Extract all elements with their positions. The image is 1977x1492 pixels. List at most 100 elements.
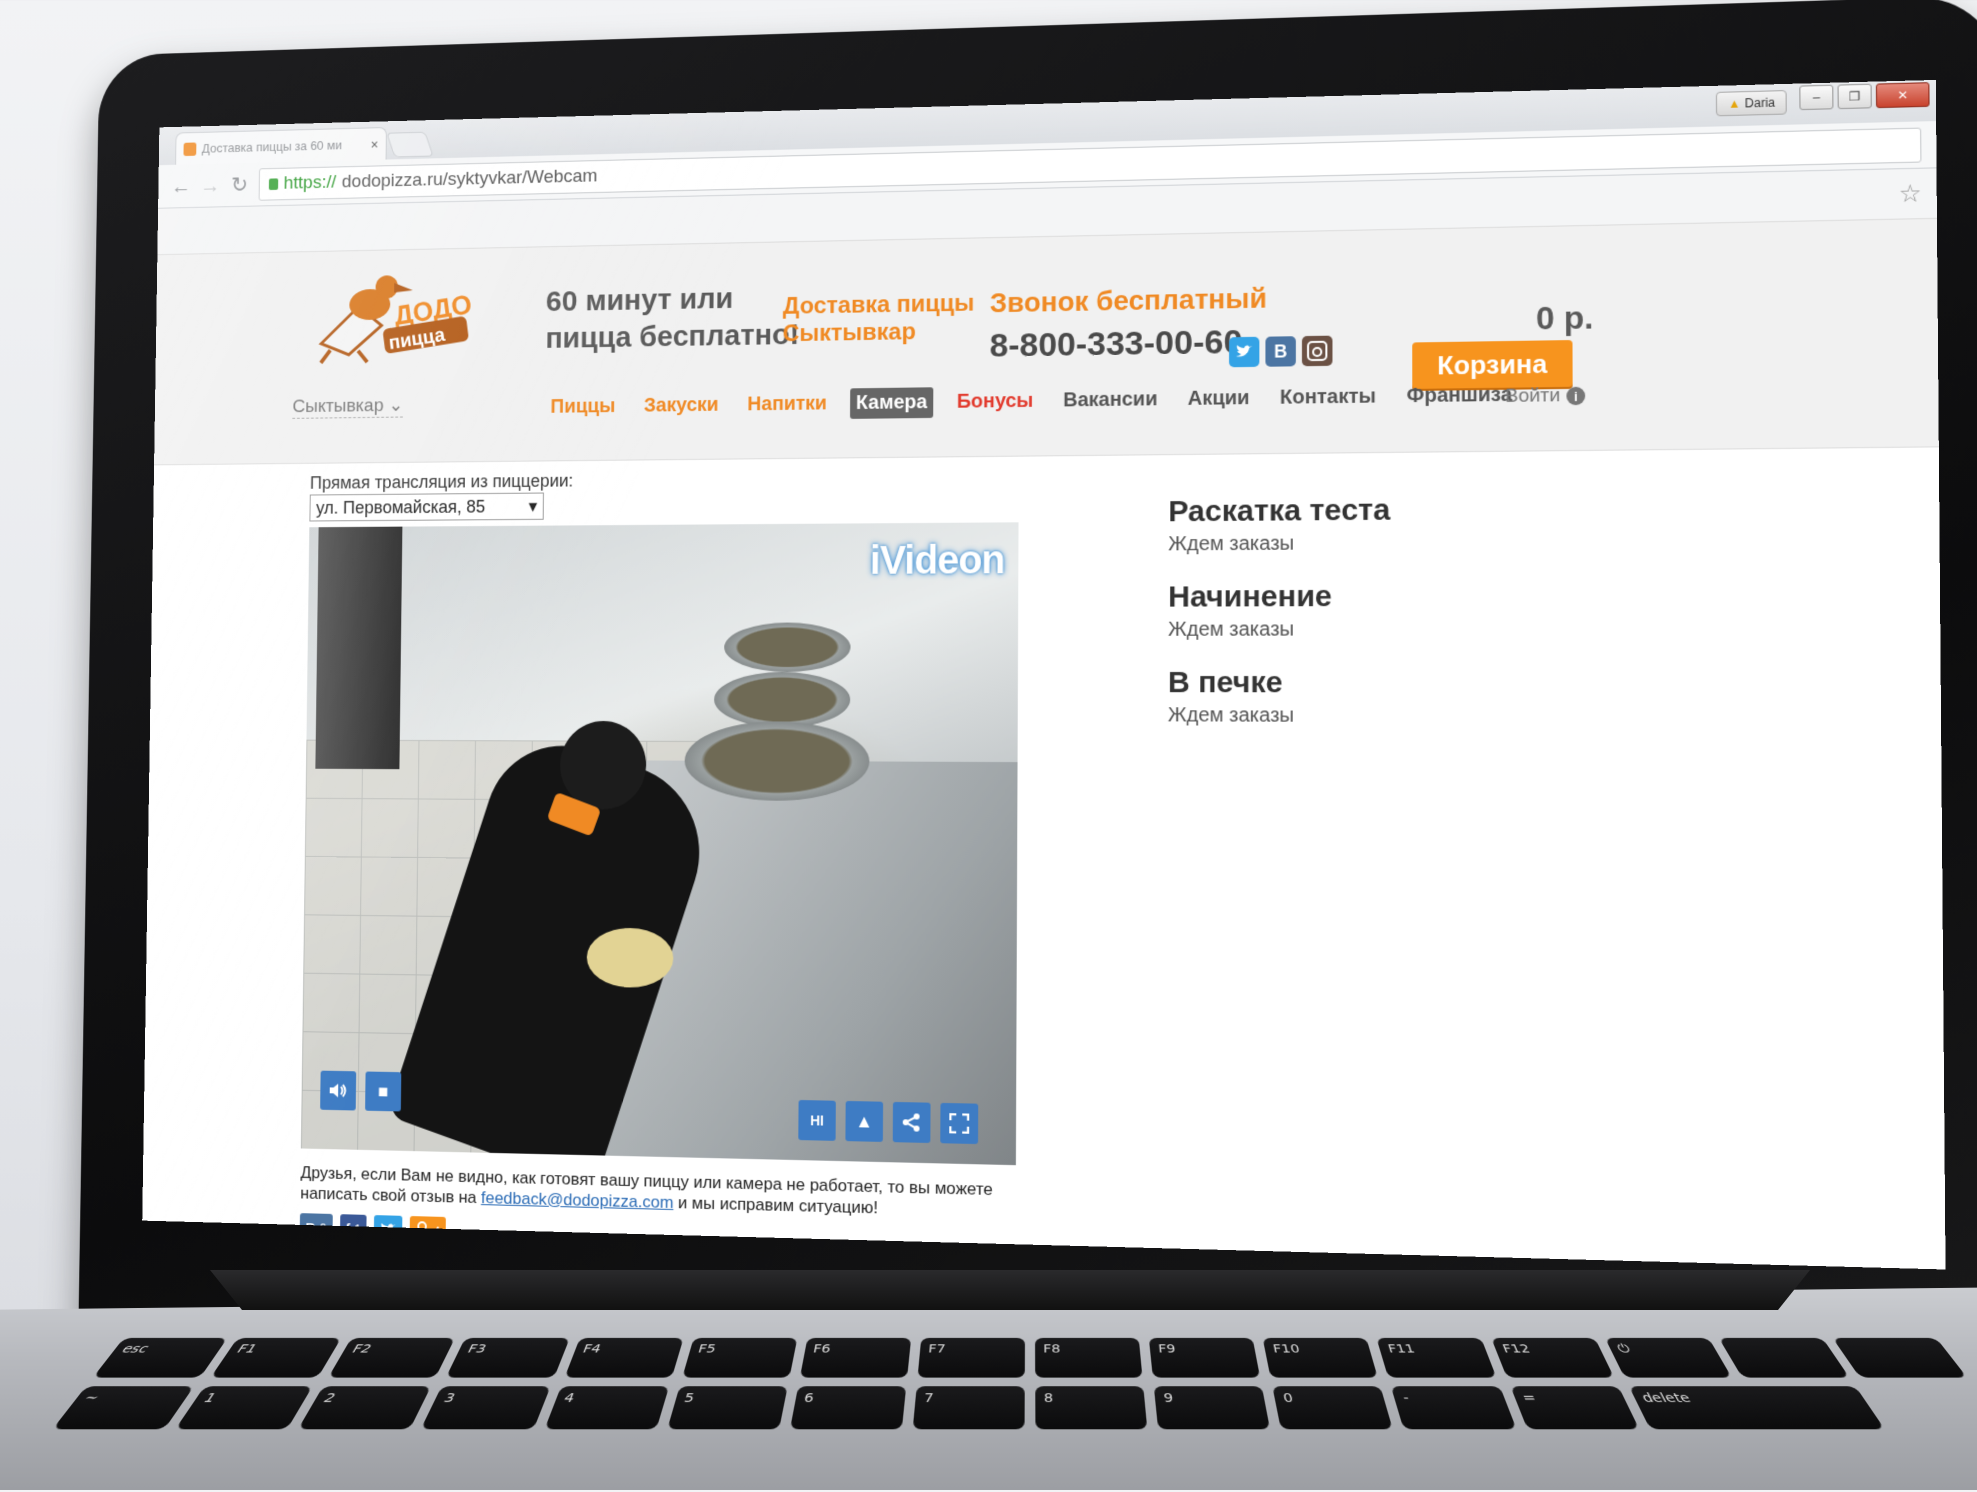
- nav-item-drinks[interactable]: Напитки: [742, 389, 833, 421]
- queue-stage-status: Ждем заказы: [1168, 532, 1295, 556]
- webcam-page: Прямая трансляция из пиццерии: ул. Перво…: [144, 447, 1945, 1247]
- nav-item-vacancies[interactable]: Вакансии: [1057, 384, 1163, 416]
- hi-label: HI: [810, 1112, 824, 1129]
- profile-button[interactable]: ▲ Daria: [1716, 90, 1787, 117]
- queue-stage-title: Начинение: [1168, 579, 1332, 614]
- key: F5: [681, 1337, 798, 1378]
- pizzeria-select-value: ул. Первомайская, 85: [315, 496, 486, 518]
- nav-item-snacks[interactable]: Закуски: [638, 390, 724, 421]
- instagram-icon[interactable]: [1301, 335, 1333, 367]
- key: 3: [421, 1386, 551, 1430]
- fullscreen-button[interactable]: [940, 1102, 979, 1145]
- vk-icon[interactable]: В: [1265, 336, 1296, 367]
- nav-item-bonuses[interactable]: Бонусы: [951, 386, 1040, 418]
- queue-stage-title: В печке: [1167, 665, 1283, 700]
- queue-stage: Раскатка теста Ждем заказы: [1168, 493, 1390, 556]
- queue-stage-status: Ждем заказы: [1167, 704, 1295, 727]
- feedback-text-after: и мы исправим ситуацию!: [673, 1193, 878, 1218]
- dropdown-arrow-icon: ▾: [528, 495, 538, 516]
- reload-icon[interactable]: ↻: [229, 172, 250, 197]
- slogan: 60 минут или пицца бесплатно!: [545, 279, 799, 357]
- browser-tab[interactable]: Доставка пиццы за 60 ми ×: [175, 127, 387, 165]
- bookmark-star-icon[interactable]: ☆: [1899, 179, 1922, 209]
- dodo-favicon-icon: [183, 141, 197, 156]
- main-nav: Пиццы Закуски Напитки Камера Бонусы Вака…: [545, 379, 1519, 422]
- key: 5: [666, 1386, 788, 1430]
- key: ~: [52, 1386, 195, 1430]
- share-icon: [902, 1112, 922, 1133]
- forward-arrow-icon[interactable]: →: [200, 173, 220, 198]
- key: F3: [446, 1337, 570, 1378]
- key: ⏻: [1604, 1337, 1732, 1378]
- site-header: ДОДО пицца 60 минут или пицца бесплатно!…: [154, 218, 1939, 466]
- stop-button[interactable]: ■: [365, 1071, 402, 1112]
- warning-icon: ▲: [1727, 96, 1741, 111]
- queue-stage-status: Ждем заказы: [1168, 618, 1295, 641]
- nav-item-contacts[interactable]: Контакты: [1274, 381, 1382, 414]
- new-tab-button[interactable]: [386, 131, 434, 158]
- video-fridge: [315, 526, 403, 770]
- volume-button[interactable]: [320, 1070, 357, 1111]
- fullscreen-icon: [949, 1113, 969, 1134]
- key: F10: [1262, 1337, 1379, 1378]
- phone-number[interactable]: 8-800-333-00-60: [990, 323, 1243, 366]
- info-icon: i: [1566, 386, 1586, 406]
- key: delete: [1628, 1386, 1885, 1430]
- nav-item-franchise[interactable]: Франшиза: [1401, 379, 1519, 412]
- nav-item-promotions[interactable]: Акции: [1182, 383, 1256, 415]
- key: 8: [1035, 1386, 1148, 1430]
- window-controls: – ❐ ✕: [1799, 82, 1930, 111]
- delivery-line: Доставка пиццы: [782, 289, 975, 320]
- feedback-email-link[interactable]: feedback@dodopizza.com: [481, 1188, 674, 1212]
- share-video-button[interactable]: [892, 1101, 931, 1144]
- tab-title: Доставка пиццы за 60 ми: [201, 137, 343, 156]
- nav-item-pizza[interactable]: Пиццы: [545, 391, 622, 422]
- pizzeria-select[interactable]: ул. Первомайская, 85 ▾: [309, 492, 544, 522]
- url-path: dodopizza.ru/syktyvkar/Webcam: [341, 165, 598, 192]
- social-links: В: [1229, 335, 1333, 368]
- minimize-button[interactable]: –: [1799, 84, 1834, 111]
- twitter-icon[interactable]: [1229, 336, 1260, 368]
- tab-close-icon[interactable]: ×: [371, 136, 379, 151]
- profile-name: Daria: [1744, 95, 1776, 111]
- close-window-button[interactable]: ✕: [1875, 82, 1930, 109]
- laptop-keyboard: esc F1 F2 F3 F4 F5 F6 F7 F8 F9 F10 F11 F…: [0, 1330, 1977, 1492]
- key: F8: [1035, 1337, 1143, 1378]
- key: F7: [917, 1337, 1025, 1378]
- key: -: [1391, 1386, 1517, 1430]
- video-pan: [684, 721, 870, 802]
- delivery-line: Сыктывкар: [782, 318, 916, 348]
- video-dough: [586, 927, 674, 989]
- report-button[interactable]: ▲: [845, 1100, 884, 1142]
- laptop-screen: Доставка пиццы за 60 ми × ▲ Daria – ❐ ✕ …: [142, 79, 1946, 1270]
- webcam-video[interactable]: iVideon ■ HI ▲: [300, 522, 1019, 1166]
- key: F1: [210, 1337, 342, 1378]
- key: [1718, 1337, 1850, 1378]
- warning-triangle-icon: ▲: [855, 1110, 874, 1132]
- video-pan: [713, 671, 851, 728]
- key: 7: [912, 1386, 1025, 1430]
- key: esc: [92, 1337, 228, 1378]
- key: 4: [543, 1386, 669, 1430]
- key: F2: [328, 1337, 456, 1378]
- key: 0: [1272, 1386, 1394, 1430]
- nav-item-camera[interactable]: Камера: [850, 387, 934, 419]
- city-selector[interactable]: Сыктывкар ⌄: [292, 394, 404, 419]
- speaker-icon: [329, 1081, 349, 1101]
- queue-stage-title: Раскатка теста: [1168, 493, 1391, 529]
- call-free-label: Звонок бесплатный: [989, 282, 1267, 319]
- lock-icon: [268, 177, 279, 190]
- dodo-logo[interactable]: ДОДО пицца: [293, 266, 480, 365]
- key: 6: [789, 1386, 907, 1430]
- back-arrow-icon[interactable]: ←: [171, 173, 191, 198]
- stop-icon: ■: [377, 1081, 389, 1101]
- cart-total: 0 р.: [1535, 299, 1594, 337]
- delivery-city: Доставка пиццы Сыктывкар: [783, 290, 975, 348]
- key: F4: [564, 1337, 684, 1378]
- queue-stage: Начинение Ждем заказы: [1168, 580, 1390, 642]
- key: [1832, 1337, 1968, 1378]
- quality-button[interactable]: HI: [798, 1099, 836, 1141]
- ivideon-watermark: iVideon: [869, 538, 1005, 583]
- login-link[interactable]: Войти i: [1505, 385, 1586, 408]
- maximize-button[interactable]: ❐: [1837, 83, 1872, 110]
